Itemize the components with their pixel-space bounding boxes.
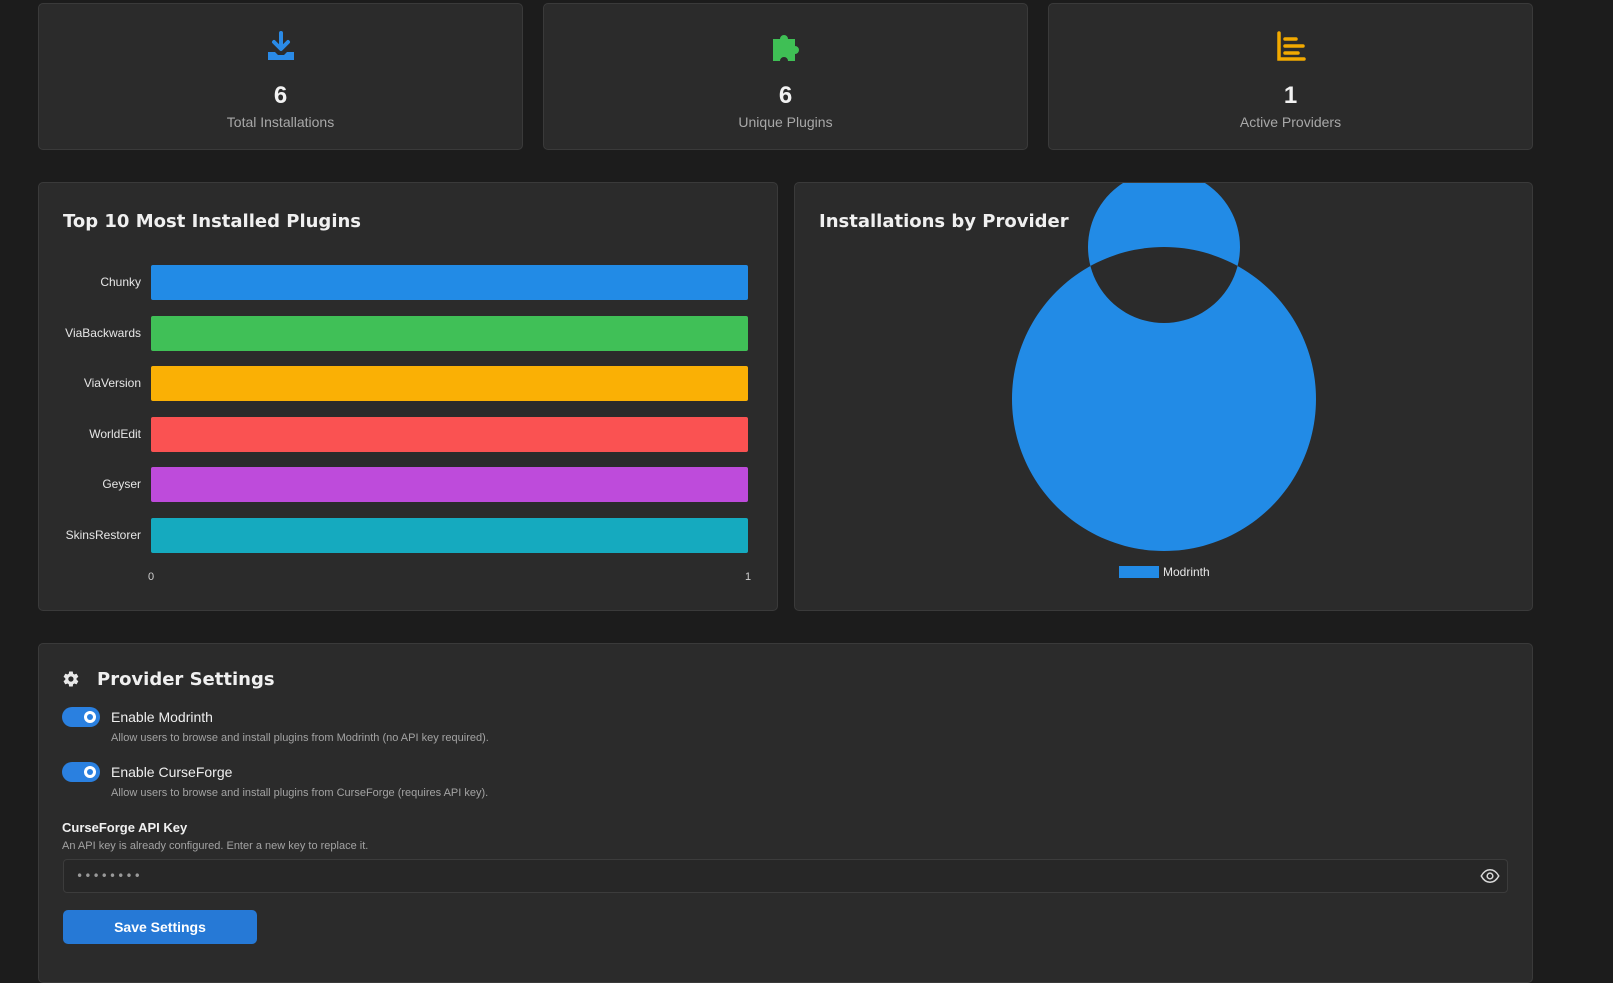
top-plugins-chart-card: Top 10 Most Installed Plugins Chunky ViaB… [38, 182, 778, 611]
doughnut-slice[interactable] [1012, 183, 1316, 551]
x-tick-label: 0 [148, 571, 155, 583]
stat-label: Active Providers [1239, 114, 1342, 130]
legend-label: Modrinth [1163, 565, 1210, 579]
stat-label: Unique Plugins [738, 114, 833, 130]
stat-value: 6 [778, 82, 793, 109]
bar-label: SkinsRestorer [65, 527, 141, 542]
x-tick-label: 1 [745, 571, 752, 583]
provider-settings-card [38, 643, 1533, 983]
stat-card-active-providers: 1 Active Providers [1048, 3, 1533, 150]
bar[interactable] [151, 265, 748, 300]
curseforge-toggle[interactable] [62, 762, 100, 782]
bar-label: ViaBackwards [65, 325, 141, 340]
save-settings-button[interactable]: Save Settings [63, 910, 257, 944]
bar[interactable] [151, 366, 748, 401]
toggle-knob [84, 711, 96, 723]
bar[interactable] [151, 517, 748, 553]
modrinth-toggle-description: Allow users to browse and install plugin… [111, 732, 489, 744]
bar-chart: Chunky ViaBackwards ViaVersion WorldEdit Gey… [39, 183, 779, 612]
stat-value: 6 [273, 82, 288, 109]
bar-label: ViaVersion [83, 376, 141, 390]
provider-settings-title: Provider Settings [97, 669, 275, 690]
legend-swatch [1119, 566, 1159, 578]
modrinth-toggle[interactable] [62, 707, 100, 727]
gear-icon [63, 671, 79, 687]
api-key-hint: An API key is already configured. Enter … [62, 840, 369, 852]
bar-label: Geyser [102, 477, 141, 491]
eye-icon[interactable] [1480, 866, 1500, 886]
stat-card-total-installations: 6 Total Installations [38, 3, 523, 150]
stat-card-unique-plugins: 6 Unique Plugins [543, 3, 1028, 150]
curseforge-toggle-label: Enable CurseForge [111, 764, 233, 780]
bar[interactable] [151, 416, 748, 452]
stat-label: Total Installations [226, 114, 335, 130]
bar[interactable] [151, 467, 748, 502]
download-icon [267, 31, 294, 60]
api-key-input[interactable] [63, 859, 1508, 893]
doughnut-chart [1012, 183, 1316, 551]
provider-chart-card: Installations by Provider Modrinth [794, 182, 1533, 611]
curseforge-toggle-description: Allow users to browse and install plugin… [111, 787, 489, 799]
toggle-knob [84, 766, 96, 778]
api-key-label: CurseForge API Key [62, 820, 188, 835]
bar[interactable] [151, 315, 748, 351]
bar-label: WorldEdit [89, 426, 141, 441]
bar-label: Chunky [100, 275, 141, 289]
modrinth-toggle-label: Enable Modrinth [111, 709, 213, 725]
puzzle-icon [772, 35, 799, 61]
list-icon [1276, 31, 1306, 61]
stat-value: 1 [1283, 82, 1298, 109]
